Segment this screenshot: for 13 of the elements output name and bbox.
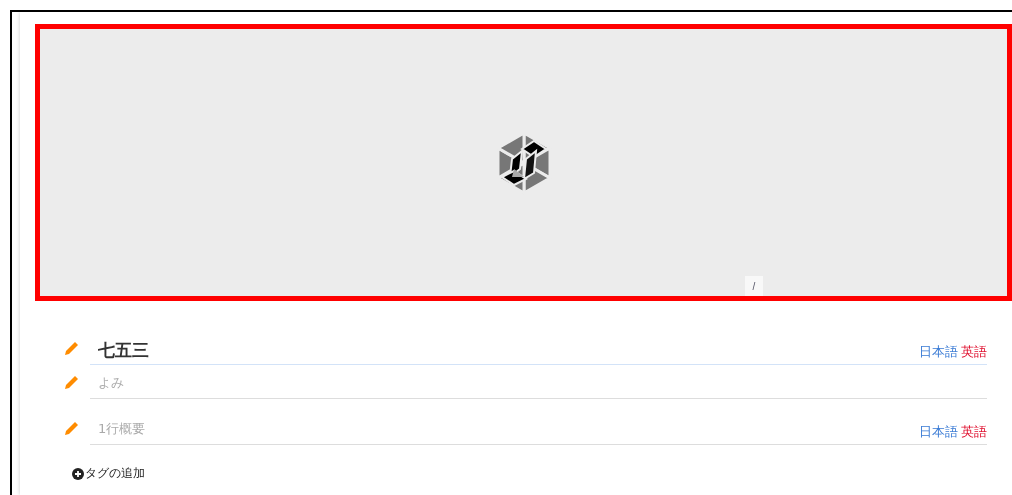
language-link[interactable]: 日本語 <box>919 344 958 361</box>
caption-button[interactable]: / <box>745 276 763 296</box>
language-link[interactable]: 英語 <box>961 424 987 441</box>
pencil-icon[interactable] <box>64 420 80 436</box>
text-field[interactable]: 七五三 <box>90 340 919 364</box>
language-link[interactable]: 日本語 <box>919 424 958 441</box>
text-field[interactable]: よみ <box>90 375 987 398</box>
language-link[interactable]: 英語 <box>961 344 987 361</box>
plus-circle-icon <box>72 467 84 480</box>
add-tag-button[interactable]: タグの追加 <box>72 465 145 482</box>
text-field[interactable]: 1行概要 <box>90 421 919 444</box>
pencil-icon[interactable] <box>64 340 80 356</box>
pencil-icon[interactable] <box>64 374 80 390</box>
